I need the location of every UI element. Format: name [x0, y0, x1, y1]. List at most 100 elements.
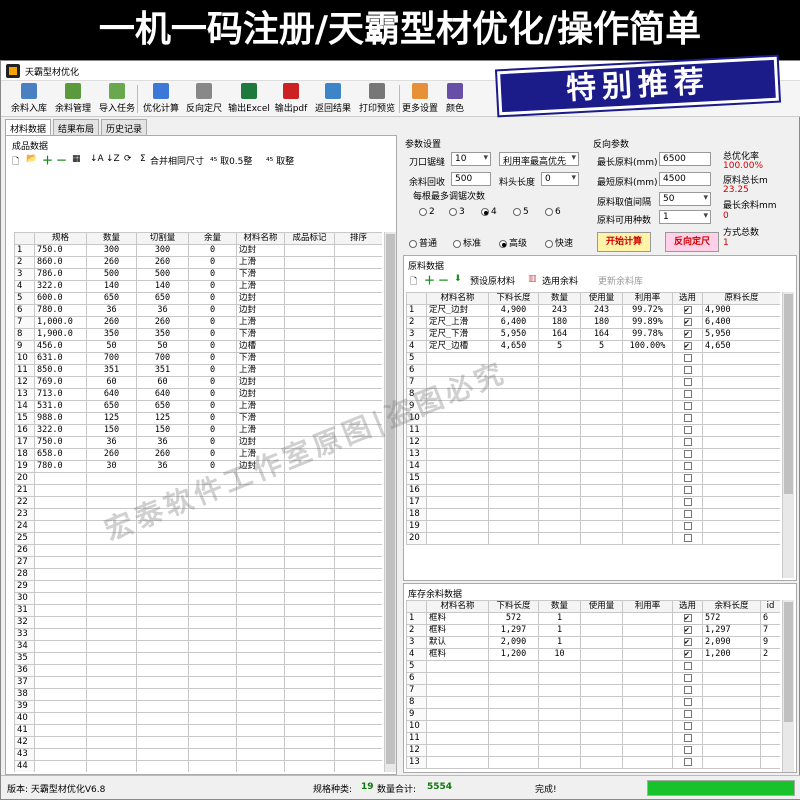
table-cell[interactable] — [672, 636, 703, 649]
table-cell[interactable] — [86, 688, 137, 701]
table-cell[interactable] — [426, 400, 489, 413]
table-row[interactable]: 6 780.0 36 36 0 边封 — [14, 304, 382, 317]
table-cell[interactable] — [672, 756, 703, 769]
table-cell[interactable]: 上滑 — [236, 424, 285, 437]
table-cell[interactable] — [538, 424, 581, 437]
table-cell[interactable] — [672, 744, 703, 757]
table-row[interactable]: 36 — [14, 664, 382, 677]
head-select[interactable]: 0 — [541, 172, 579, 186]
table-cell[interactable] — [188, 544, 237, 557]
table-cell[interactable] — [672, 696, 703, 709]
table-cell[interactable] — [86, 568, 137, 581]
table-cell[interactable] — [426, 732, 489, 745]
table-cell[interactable] — [236, 724, 285, 737]
table-cell[interactable]: 140 — [86, 280, 137, 293]
table-cell[interactable] — [334, 448, 382, 461]
table-cell[interactable]: 243 — [580, 304, 623, 317]
table-cell[interactable] — [188, 496, 237, 509]
table-cell[interactable] — [86, 652, 137, 665]
table-cell[interactable]: 上滑 — [236, 400, 285, 413]
new-row-icon[interactable]: 🗋 — [12, 154, 19, 170]
table-cell[interactable] — [236, 496, 285, 509]
select-checkbox[interactable] — [683, 353, 692, 362]
table-cell[interactable]: 150 — [86, 424, 137, 437]
table-cell[interactable]: 0 — [188, 292, 237, 305]
table-cell[interactable] — [672, 448, 703, 461]
table-cell[interactable]: 0 — [188, 460, 237, 473]
table-cell[interactable] — [488, 672, 539, 685]
table-row[interactable]: 19 780.0 30 36 0 边封 — [14, 460, 382, 473]
table-cell[interactable] — [136, 484, 189, 497]
level-option-1[interactable]: 标准 — [453, 236, 481, 249]
table-cell[interactable] — [34, 484, 87, 497]
table-cell[interactable] — [426, 508, 489, 521]
table-cell[interactable] — [702, 520, 780, 533]
table-cell[interactable] — [672, 612, 703, 625]
table-cell[interactable]: 780.0 — [34, 460, 87, 473]
table-cell[interactable] — [236, 544, 285, 557]
table-cell[interactable] — [284, 280, 335, 293]
table-cell[interactable] — [136, 748, 189, 761]
table-cell[interactable]: 上滑 — [236, 316, 285, 329]
table-cell[interactable] — [488, 436, 539, 449]
column-header[interactable]: 下料长度 — [488, 600, 539, 613]
table-cell[interactable] — [188, 628, 237, 641]
table-cell[interactable] — [334, 280, 382, 293]
table-cell[interactable]: 322.0 — [34, 424, 87, 437]
table-cell[interactable]: 260 — [86, 448, 137, 461]
table-cell[interactable]: 36 — [136, 460, 189, 473]
table-cell[interactable] — [334, 748, 382, 761]
table-cell[interactable] — [760, 756, 780, 769]
table-cell[interactable] — [760, 720, 780, 733]
table-cell[interactable]: 5,950 — [702, 328, 780, 341]
table-cell[interactable] — [284, 424, 335, 437]
table-cell[interactable] — [34, 592, 87, 605]
table-cell[interactable] — [284, 256, 335, 269]
table-row[interactable]: 32 — [14, 616, 382, 629]
merge-button[interactable]: 合并相同尺寸 — [150, 154, 204, 167]
table-cell[interactable] — [236, 640, 285, 653]
table-row[interactable]: 25 — [14, 532, 382, 545]
table-row[interactable]: 21 — [14, 484, 382, 497]
table-cell[interactable]: 1,200 — [488, 648, 539, 661]
table-cell[interactable] — [426, 672, 489, 685]
table-cell[interactable] — [622, 732, 673, 745]
table-cell[interactable] — [188, 700, 237, 713]
table-cell[interactable] — [672, 316, 703, 329]
table-cell[interactable] — [136, 556, 189, 569]
table-cell[interactable] — [86, 700, 137, 713]
table-cell[interactable]: 边槽 — [236, 340, 285, 353]
select-checkbox[interactable] — [683, 437, 692, 446]
table-cell[interactable] — [34, 580, 87, 593]
table-cell[interactable] — [622, 648, 673, 661]
table-cell[interactable] — [136, 652, 189, 665]
table-cell[interactable]: 850.0 — [34, 364, 87, 377]
table-cell[interactable] — [672, 684, 703, 697]
interval-select[interactable]: 50 — [659, 192, 711, 206]
table-cell[interactable] — [236, 580, 285, 593]
table-cell[interactable]: 30 — [86, 460, 137, 473]
table-cell[interactable] — [136, 520, 189, 533]
table-cell[interactable] — [34, 640, 87, 653]
table-cell[interactable] — [34, 736, 87, 749]
table-row[interactable]: 14 531.0 650 650 0 上滑 — [14, 400, 382, 413]
table-cell[interactable] — [488, 720, 539, 733]
preset-raw-button[interactable]: 预设原材料 — [470, 274, 515, 287]
table-cell[interactable] — [236, 532, 285, 545]
table-cell[interactable] — [580, 388, 623, 401]
level-option-0[interactable]: 普通 — [409, 236, 437, 249]
table-cell[interactable]: 456.0 — [34, 340, 87, 353]
table-cell[interactable] — [702, 352, 780, 365]
table-row[interactable]: 7 — [406, 684, 780, 697]
priority-select[interactable]: 利用率最高优先 — [499, 152, 579, 166]
table-cell[interactable] — [86, 724, 137, 737]
table-cell[interactable] — [86, 580, 137, 593]
table-cell[interactable]: 631.0 — [34, 352, 87, 365]
table-cell[interactable]: 786.0 — [34, 268, 87, 281]
table-cell[interactable] — [284, 724, 335, 737]
select-checkbox[interactable] — [683, 757, 692, 766]
table-cell[interactable]: 上滑 — [236, 280, 285, 293]
table-cell[interactable] — [284, 712, 335, 725]
table-cell[interactable] — [580, 660, 623, 673]
table-cell[interactable] — [334, 568, 382, 581]
